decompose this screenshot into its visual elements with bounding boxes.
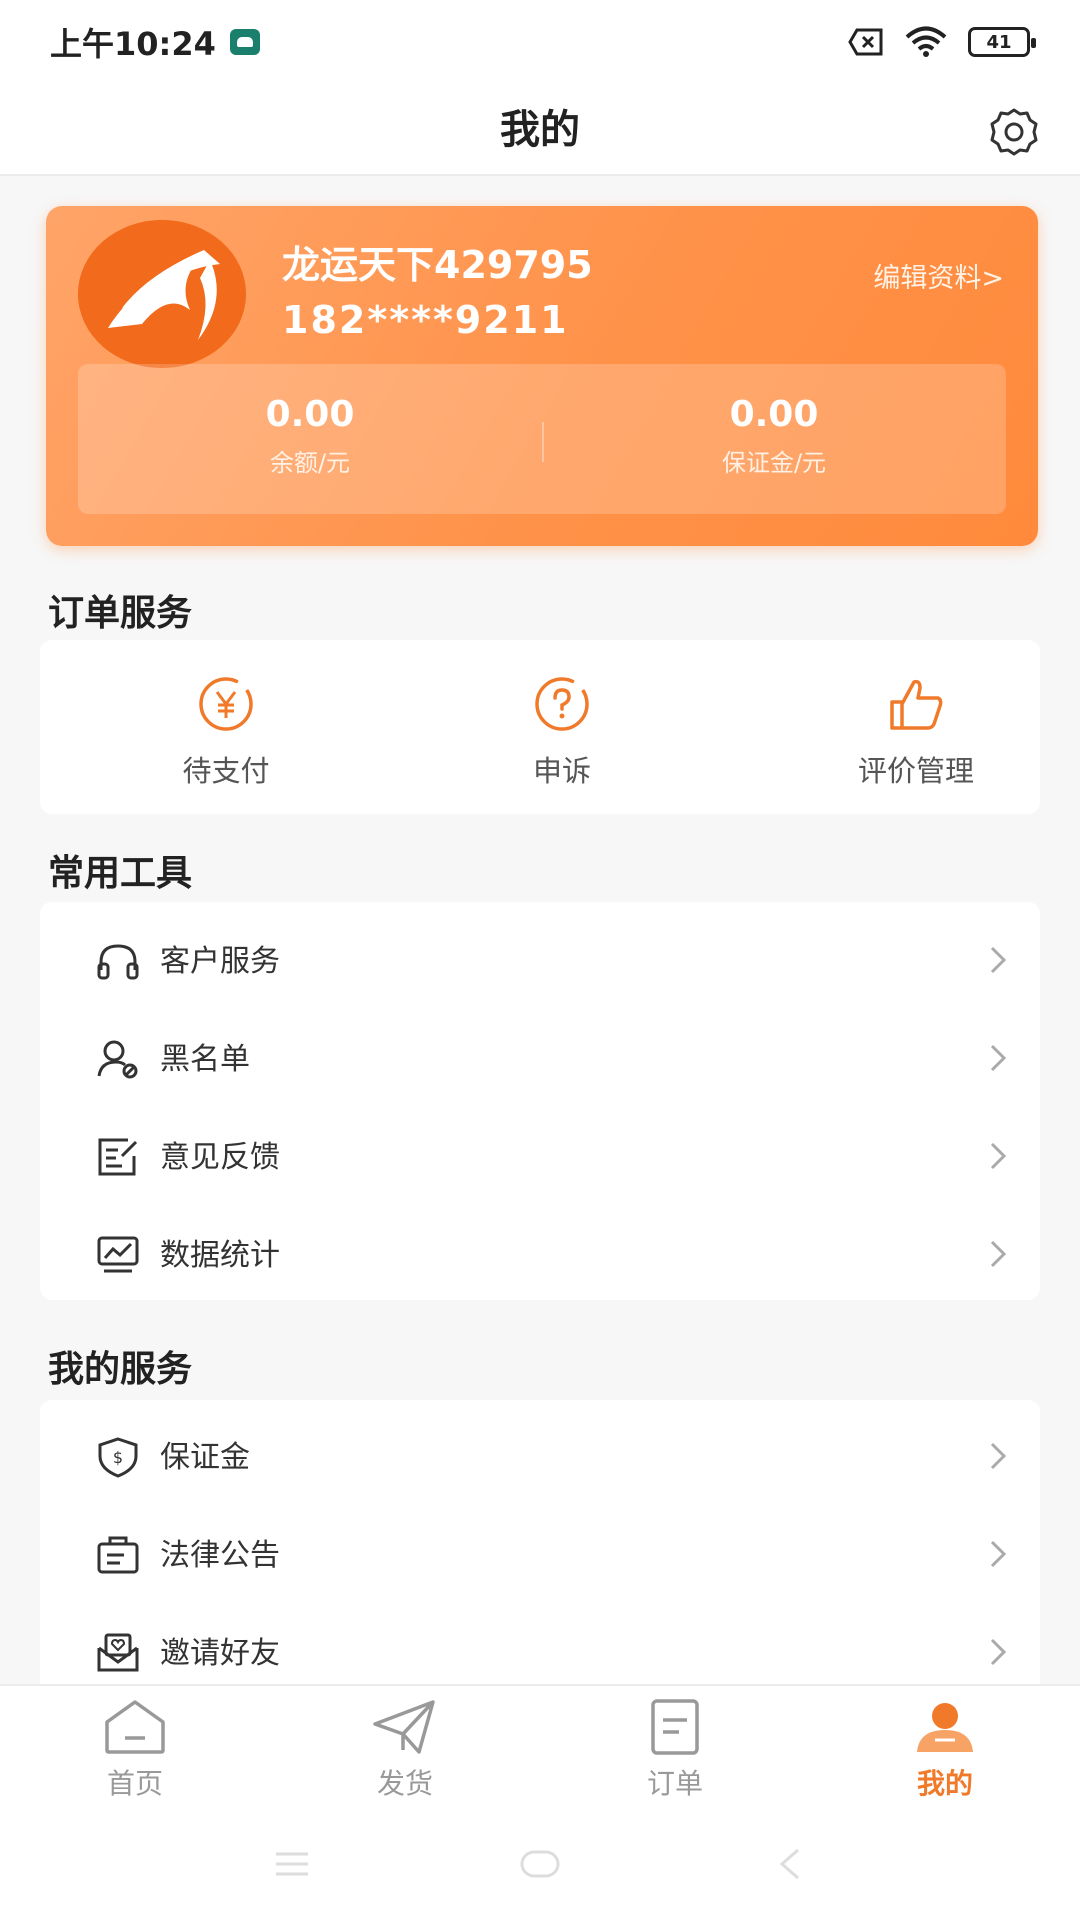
legal-notice-label: 法律公告 xyxy=(160,1538,280,1573)
balance-box: 0.00 余额/元 0.00 保证金/元 xyxy=(78,364,1006,514)
invite-icon xyxy=(97,1633,139,1672)
order-icon xyxy=(651,1699,699,1755)
system-nav-bar xyxy=(0,1806,1080,1920)
balance-label: 余额/元 xyxy=(269,449,351,477)
tab-bar: 首页 发货 订单 我的 xyxy=(0,1684,1080,1806)
shield-dollar-icon: $ xyxy=(98,1437,138,1478)
appeal-label: 申诉 xyxy=(532,754,591,788)
customer-service-row[interactable]: 客户服务 xyxy=(40,912,1040,1010)
status-bar: 上午10:24 41 xyxy=(0,0,1080,84)
feedback-row[interactable]: 意见反馈 xyxy=(40,1108,1040,1206)
chevron-right-icon xyxy=(990,1540,1007,1568)
feedback-label: 意见反馈 xyxy=(160,1140,280,1175)
menu-icon[interactable] xyxy=(268,1846,316,1882)
deposit-label: 保证金/元 xyxy=(721,449,827,477)
chart-icon xyxy=(97,1236,139,1273)
home-icon xyxy=(105,1700,165,1754)
statistics-row[interactable]: 数据统计 xyxy=(40,1206,1040,1304)
deposit-item[interactable]: 0.00 保证金/元 xyxy=(542,364,1006,514)
deposit-row-label: 保证金 xyxy=(160,1440,250,1475)
android-icon xyxy=(229,29,260,55)
chevron-right-icon xyxy=(990,1638,1007,1666)
blocked-user-icon xyxy=(97,1040,138,1079)
deposit-value: 0.00 xyxy=(729,394,819,435)
chevron-right-icon xyxy=(990,1142,1007,1170)
thumbs-up-icon xyxy=(890,679,943,730)
customer-service-label: 客户服务 xyxy=(160,944,280,979)
tab-home[interactable]: 首页 xyxy=(0,1686,270,1808)
chevron-right-icon xyxy=(990,1240,1007,1268)
back-icon[interactable] xyxy=(766,1846,814,1882)
avatar[interactable] xyxy=(78,220,246,368)
tools-card: 客户服务 黑名单 意见反馈 数据统计 xyxy=(40,902,1040,1300)
tab-mine[interactable]: 我的 xyxy=(810,1686,1080,1808)
nav-bar: 我的 xyxy=(0,84,1080,176)
appeal-button[interactable]: 申诉 xyxy=(412,640,712,814)
eagle-logo-icon xyxy=(78,220,246,368)
order-service-title: 订单服务 xyxy=(48,593,193,634)
battery-icon: 41 xyxy=(968,27,1036,57)
balance-item[interactable]: 0.00 余额/元 xyxy=(78,364,542,514)
tab-send-label: 发货 xyxy=(376,1767,433,1800)
balance-value: 0.00 xyxy=(265,394,355,435)
user-name: 龙运天下429795 xyxy=(282,243,593,287)
my-service-card: $ 保证金 法律公告 邀请好友 xyxy=(40,1400,1040,1684)
battery-level: 41 xyxy=(986,31,1012,53)
my-service-title: 我的服务 xyxy=(48,1349,193,1390)
wifi-icon xyxy=(905,26,947,57)
legal-notice-row[interactable]: 法律公告 xyxy=(40,1506,1040,1604)
settings-icon[interactable] xyxy=(988,106,1040,158)
edit-profile-link[interactable]: 编辑资料> xyxy=(873,256,1004,295)
tab-orders-label: 订单 xyxy=(646,1767,703,1800)
review-management-label: 评价管理 xyxy=(857,754,974,788)
sim-error-icon xyxy=(848,28,883,56)
pending-payment-label: 待支付 xyxy=(182,754,270,788)
user-icon xyxy=(917,1703,973,1752)
tools-title: 常用工具 xyxy=(48,853,193,894)
page-title: 我的 xyxy=(500,107,580,153)
tab-send[interactable]: 发货 xyxy=(270,1686,540,1808)
user-phone: 182****9211 xyxy=(282,298,569,342)
status-right: 41 xyxy=(848,26,1036,58)
blacklist-label: 黑名单 xyxy=(160,1042,250,1077)
tab-home-label: 首页 xyxy=(106,1767,163,1800)
profile-card: 龙运天下429795 182****9211 编辑资料> 0.00 余额/元 0… xyxy=(46,206,1038,546)
tab-orders[interactable]: 订单 xyxy=(540,1686,810,1808)
chevron-right-icon xyxy=(990,1442,1007,1470)
svg-text:$: $ xyxy=(113,1448,123,1467)
headset-icon xyxy=(97,944,139,980)
statistics-label: 数据统计 xyxy=(160,1238,280,1273)
order-service-card: 待支付 申诉 评价管理 xyxy=(40,640,1040,814)
deposit-row[interactable]: $ 保证金 xyxy=(40,1408,1040,1506)
pending-payment-button[interactable]: 待支付 xyxy=(76,640,376,814)
chevron-right-icon xyxy=(990,946,1007,974)
feedback-icon xyxy=(98,1138,138,1176)
home-button-icon[interactable] xyxy=(516,1846,564,1882)
question-icon xyxy=(535,677,589,731)
invite-friends-label: 邀请好友 xyxy=(160,1636,280,1671)
legal-notice-icon xyxy=(97,1536,139,1574)
status-left: 上午10:24 xyxy=(50,19,260,65)
yen-icon xyxy=(199,677,253,731)
status-time: 上午10:24 xyxy=(50,25,216,63)
blacklist-row[interactable]: 黑名单 xyxy=(40,1010,1040,1108)
tab-mine-label: 我的 xyxy=(916,1767,973,1800)
chevron-right-icon xyxy=(990,1044,1007,1072)
review-management-button[interactable]: 评价管理 xyxy=(766,640,1066,814)
send-icon xyxy=(373,1700,435,1754)
